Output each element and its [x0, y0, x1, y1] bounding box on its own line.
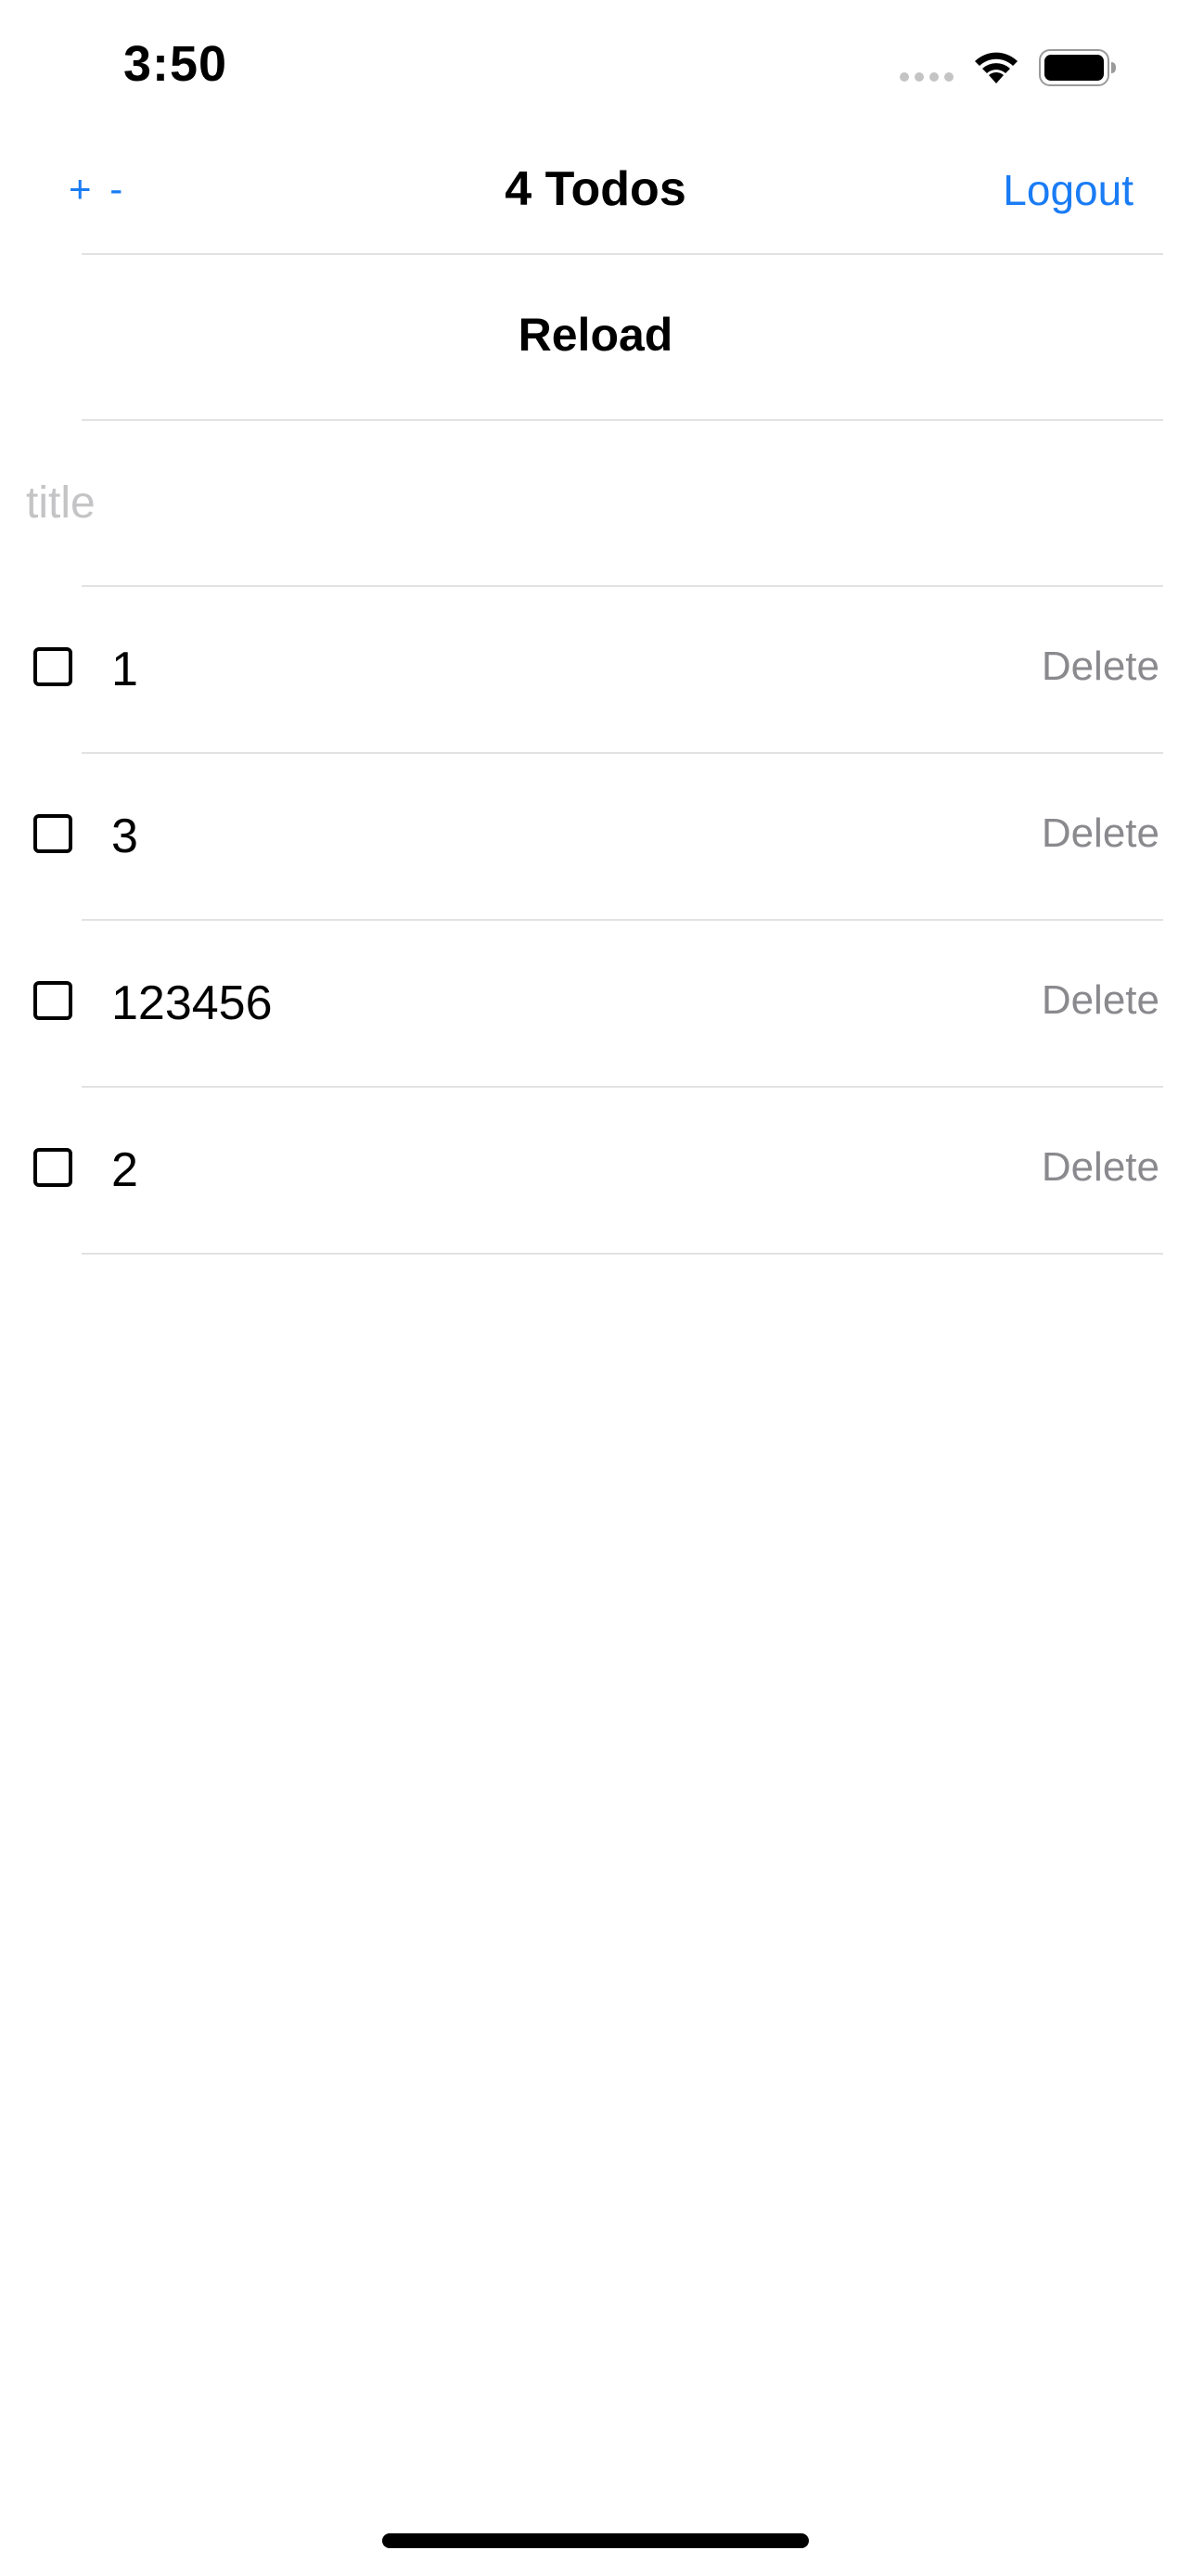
home-indicator[interactable] — [382, 2533, 809, 2548]
delete-button[interactable]: Delete — [1042, 810, 1159, 857]
todo-row: 2 Delete — [0, 1087, 1191, 1252]
divider — [82, 1253, 1163, 1255]
wifi-icon — [975, 52, 1018, 83]
reload-button[interactable]: Reload — [0, 254, 1191, 419]
battery-icon — [1039, 49, 1116, 86]
reload-label: Reload — [518, 309, 673, 361]
todo-row: 3 Delete — [0, 753, 1191, 918]
todo-checkbox[interactable] — [33, 814, 72, 853]
todo-row: 123456 Delete — [0, 920, 1191, 1085]
title-input[interactable] — [26, 421, 1158, 584]
delete-button[interactable]: Delete — [1042, 977, 1159, 1024]
nav-bar: + - 4 Todos Logout — [0, 130, 1191, 254]
logout-button[interactable]: Logout — [1003, 165, 1133, 215]
signal-dots-icon — [900, 72, 954, 82]
todo-title: 3 — [111, 810, 138, 863]
status-time: 3:50 — [123, 36, 228, 92]
delete-button[interactable]: Delete — [1042, 1144, 1159, 1191]
delete-button[interactable]: Delete — [1042, 644, 1159, 690]
todo-title: 123456 — [111, 976, 273, 1030]
todo-checkbox[interactable] — [33, 647, 72, 686]
todo-checkbox[interactable] — [33, 981, 72, 1020]
todo-title: 2 — [111, 1143, 138, 1197]
todo-title: 1 — [111, 643, 138, 696]
todo-checkbox[interactable] — [33, 1148, 72, 1187]
status-bar: 3:50 — [0, 0, 1191, 130]
todo-row: 1 Delete — [0, 586, 1191, 751]
